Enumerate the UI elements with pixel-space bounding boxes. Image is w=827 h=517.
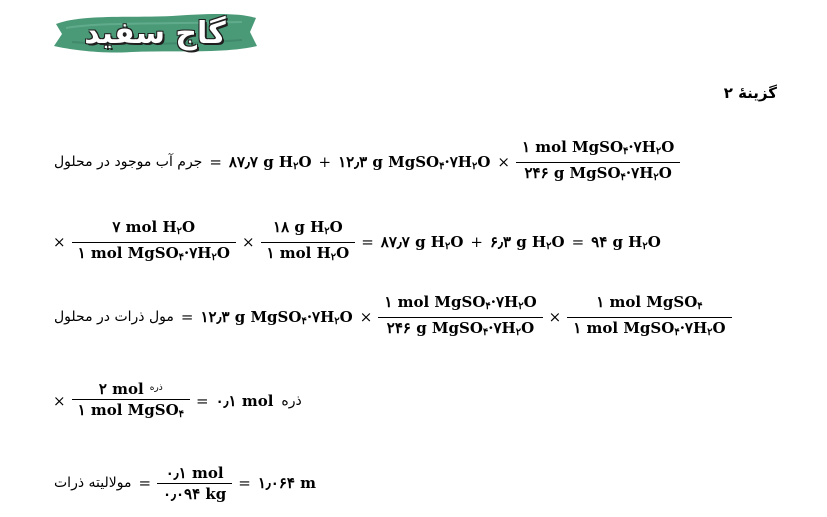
fraction-denominator: ۱ mol MgSO۴·۷H۲O [573, 318, 726, 338]
fraction-numerator: ۱۸ g H۲O [273, 217, 343, 237]
equation-water-total: × ۷ mol H۲O ۱ mol MgSO۴·۷H۲O × ۱۸ g H۲O … [50, 217, 665, 268]
option-label: گزینهٔ ۲ [723, 84, 777, 102]
fraction-denominator: ۱ mol H۲O [266, 243, 350, 263]
fraction-numerator: ۲ mol ذره [98, 379, 163, 398]
eq2-fraction-2: ۱۸ g H۲O ۱ mol H۲O [260, 217, 356, 268]
fraction-denominator: ۱ mol MgSO۴·۷H۲O [77, 243, 230, 263]
fraction-denominator: ۰٫۰۹۴ kg [163, 484, 227, 503]
plus-sign: + [318, 153, 332, 171]
brand-logo: گاج سفید [52, 10, 258, 56]
eq4-result: ۰٫۱ mol [215, 392, 274, 410]
equation-particle-moles: مول ذرات در محلول = ۱۲٫۳ g MgSO۴·۷H۲O × … [50, 292, 735, 343]
equation-particle-result: × ۲ mol ذره ۱ mol MgSO۴ = ۰٫۱ mol ذره [50, 378, 306, 424]
times-sign: × [53, 392, 66, 410]
eq4-fraction: ۲ mol ذره ۱ mol MgSO۴ [71, 378, 191, 425]
fraction-denominator: ۱ mol MgSO۴ [77, 400, 185, 420]
fraction-numerator: ۷ mol H۲O [112, 217, 196, 237]
eq3-label: مول ذرات در محلول [54, 309, 174, 325]
eq2-term2: ۶٫۳ g H۲O [490, 232, 565, 252]
fraction-denominator: ۲۴۶ g MgSO۴·۷H۲O [386, 318, 535, 338]
eq2-result: ۹۴ g H۲O [591, 232, 661, 252]
eq1-label: جرم آب موجود در محلول [54, 154, 203, 170]
eq2-fraction-1: ۷ mol H۲O ۱ mol MgSO۴·۷H۲O [71, 217, 236, 268]
equation-molality: مولالیته ذرات = ۰٫۱ mol ۰٫۰۹۴ kg = ۱٫۰۶۴… [50, 460, 320, 506]
eq3-fraction-1: ۱ mol MgSO۴·۷H۲O ۲۴۶ g MgSO۴·۷H۲O [378, 292, 543, 343]
times-sign: × [359, 308, 373, 326]
equals-sign: = [571, 233, 585, 251]
times-sign: × [497, 153, 510, 171]
eq1-fraction: ۱ mol MgSO۴·۷H۲O ۲۴۶ g MgSO۴·۷H۲O [515, 137, 681, 188]
plus-sign: + [470, 233, 483, 251]
eq5-result: ۱٫۰۶۴ m [257, 474, 317, 492]
equals-sign: = [196, 392, 209, 410]
fraction-denominator: ۲۴۶ g MgSO۴·۷H۲O [524, 163, 672, 183]
eq2-term1: ۸۷٫۷ g H۲O [380, 232, 464, 252]
eq5-label: مولالیته ذرات [54, 475, 132, 491]
fraction-numerator: ۱ mol MgSO۴·۷H۲O [521, 137, 675, 157]
fraction-numerator: ۰٫۱ mol [165, 463, 224, 482]
times-sign: × [241, 233, 255, 251]
equals-sign: = [238, 474, 251, 492]
times-sign: × [548, 308, 562, 326]
eq3-fraction-2: ۱ mol MgSO۴ ۱ mol MgSO۴·۷H۲O [567, 292, 732, 343]
logo-text: گاج سفید [84, 15, 226, 51]
equation-water-mass: جرم آب موجود در محلول = ۸۷٫۷ g H۲O + ۱۲٫… [50, 137, 683, 188]
equals-sign: = [361, 233, 374, 251]
equals-sign: = [180, 308, 194, 326]
eq3-term1: ۱۲٫۳ g MgSO۴·۷H۲O [200, 307, 353, 327]
fraction-numerator: ۱ mol MgSO۴·۷H۲O [384, 292, 537, 312]
times-sign: × [53, 233, 66, 251]
eq4-result-word: ذره [281, 393, 302, 409]
eq1-term2: ۱۲٫۳ g MgSO۴·۷H۲O [338, 152, 491, 172]
eq1-term1: ۸۷٫۷ g H۲O [228, 152, 312, 172]
equals-sign: = [209, 153, 222, 171]
fraction-numerator: ۱ mol MgSO۴ [596, 292, 703, 312]
eq5-fraction: ۰٫۱ mol ۰٫۰۹۴ kg [157, 463, 233, 504]
equals-sign: = [138, 474, 152, 492]
